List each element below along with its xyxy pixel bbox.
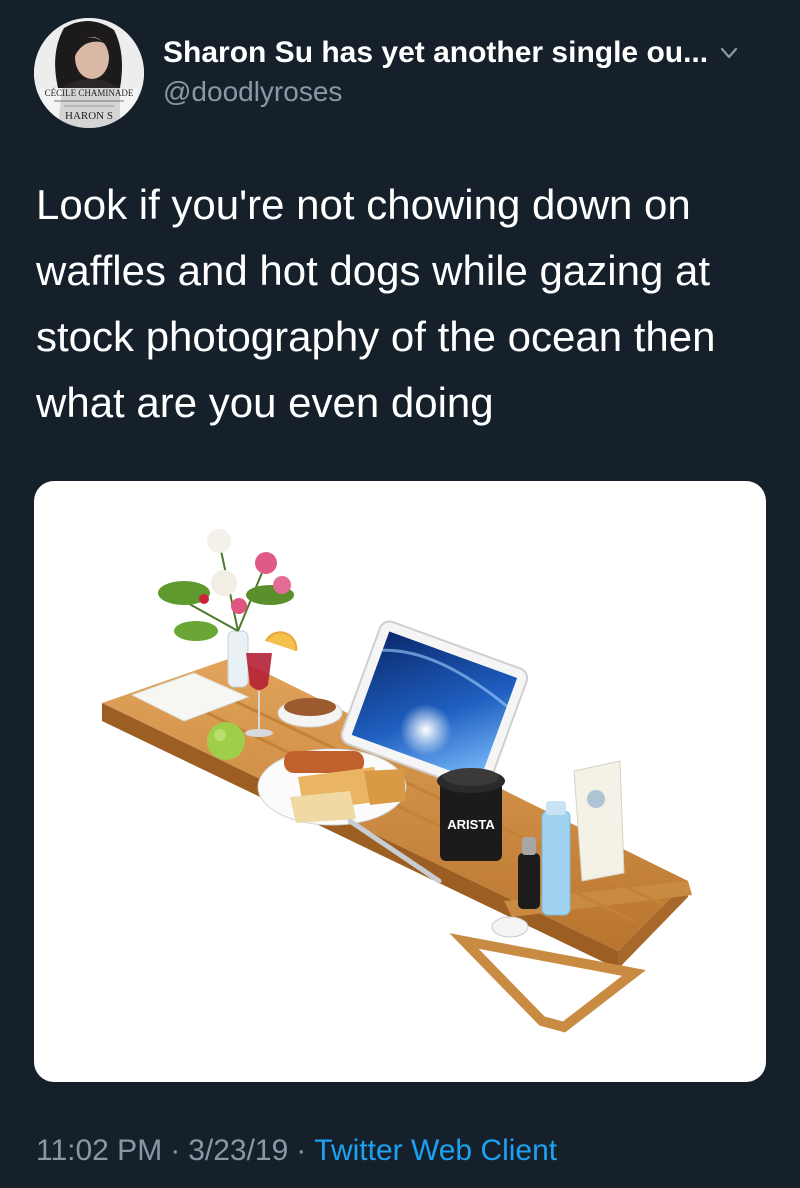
- tweet-text-line: stock photography of the ocean then: [36, 313, 716, 360]
- chevron-down-icon[interactable]: [718, 42, 740, 64]
- tweet: CÉCILE CHAMINADE HARON S Sharon Su has y…: [0, 0, 800, 1188]
- tweet-media-image[interactable]: ARISTA: [34, 481, 766, 1082]
- user-handle[interactable]: @doodlyroses: [163, 76, 342, 108]
- tweet-text: Look if you're not chowing down on waffl…: [36, 172, 776, 436]
- tweet-date[interactable]: 3/23/19: [188, 1134, 288, 1167]
- avatar-text-name: HARON S: [65, 110, 113, 122]
- tweet-text-line: Look if you're not chowing down on: [36, 181, 691, 228]
- cup-label: ARISTA: [447, 817, 495, 832]
- tweet-text-line: what are you even doing: [36, 379, 494, 426]
- avatar-text-composer: CÉCILE CHAMINADE: [45, 88, 134, 98]
- client-link[interactable]: Twitter Web Client: [314, 1134, 557, 1167]
- display-name[interactable]: Sharon Su has yet another single ou...: [163, 36, 708, 70]
- meta-separator: ·: [296, 1134, 307, 1167]
- author-row: Sharon Su has yet another single ou...: [163, 36, 740, 70]
- tweet-time[interactable]: 11:02 PM: [36, 1134, 162, 1167]
- tweet-meta: 11:02 PM · 3/23/19 · Twitter Web Client: [36, 1134, 557, 1168]
- avatar[interactable]: CÉCILE CHAMINADE HARON S: [34, 18, 144, 128]
- tweet-text-line: waffles and hot dogs while gazing at: [36, 247, 711, 294]
- meta-separator: ·: [170, 1134, 181, 1167]
